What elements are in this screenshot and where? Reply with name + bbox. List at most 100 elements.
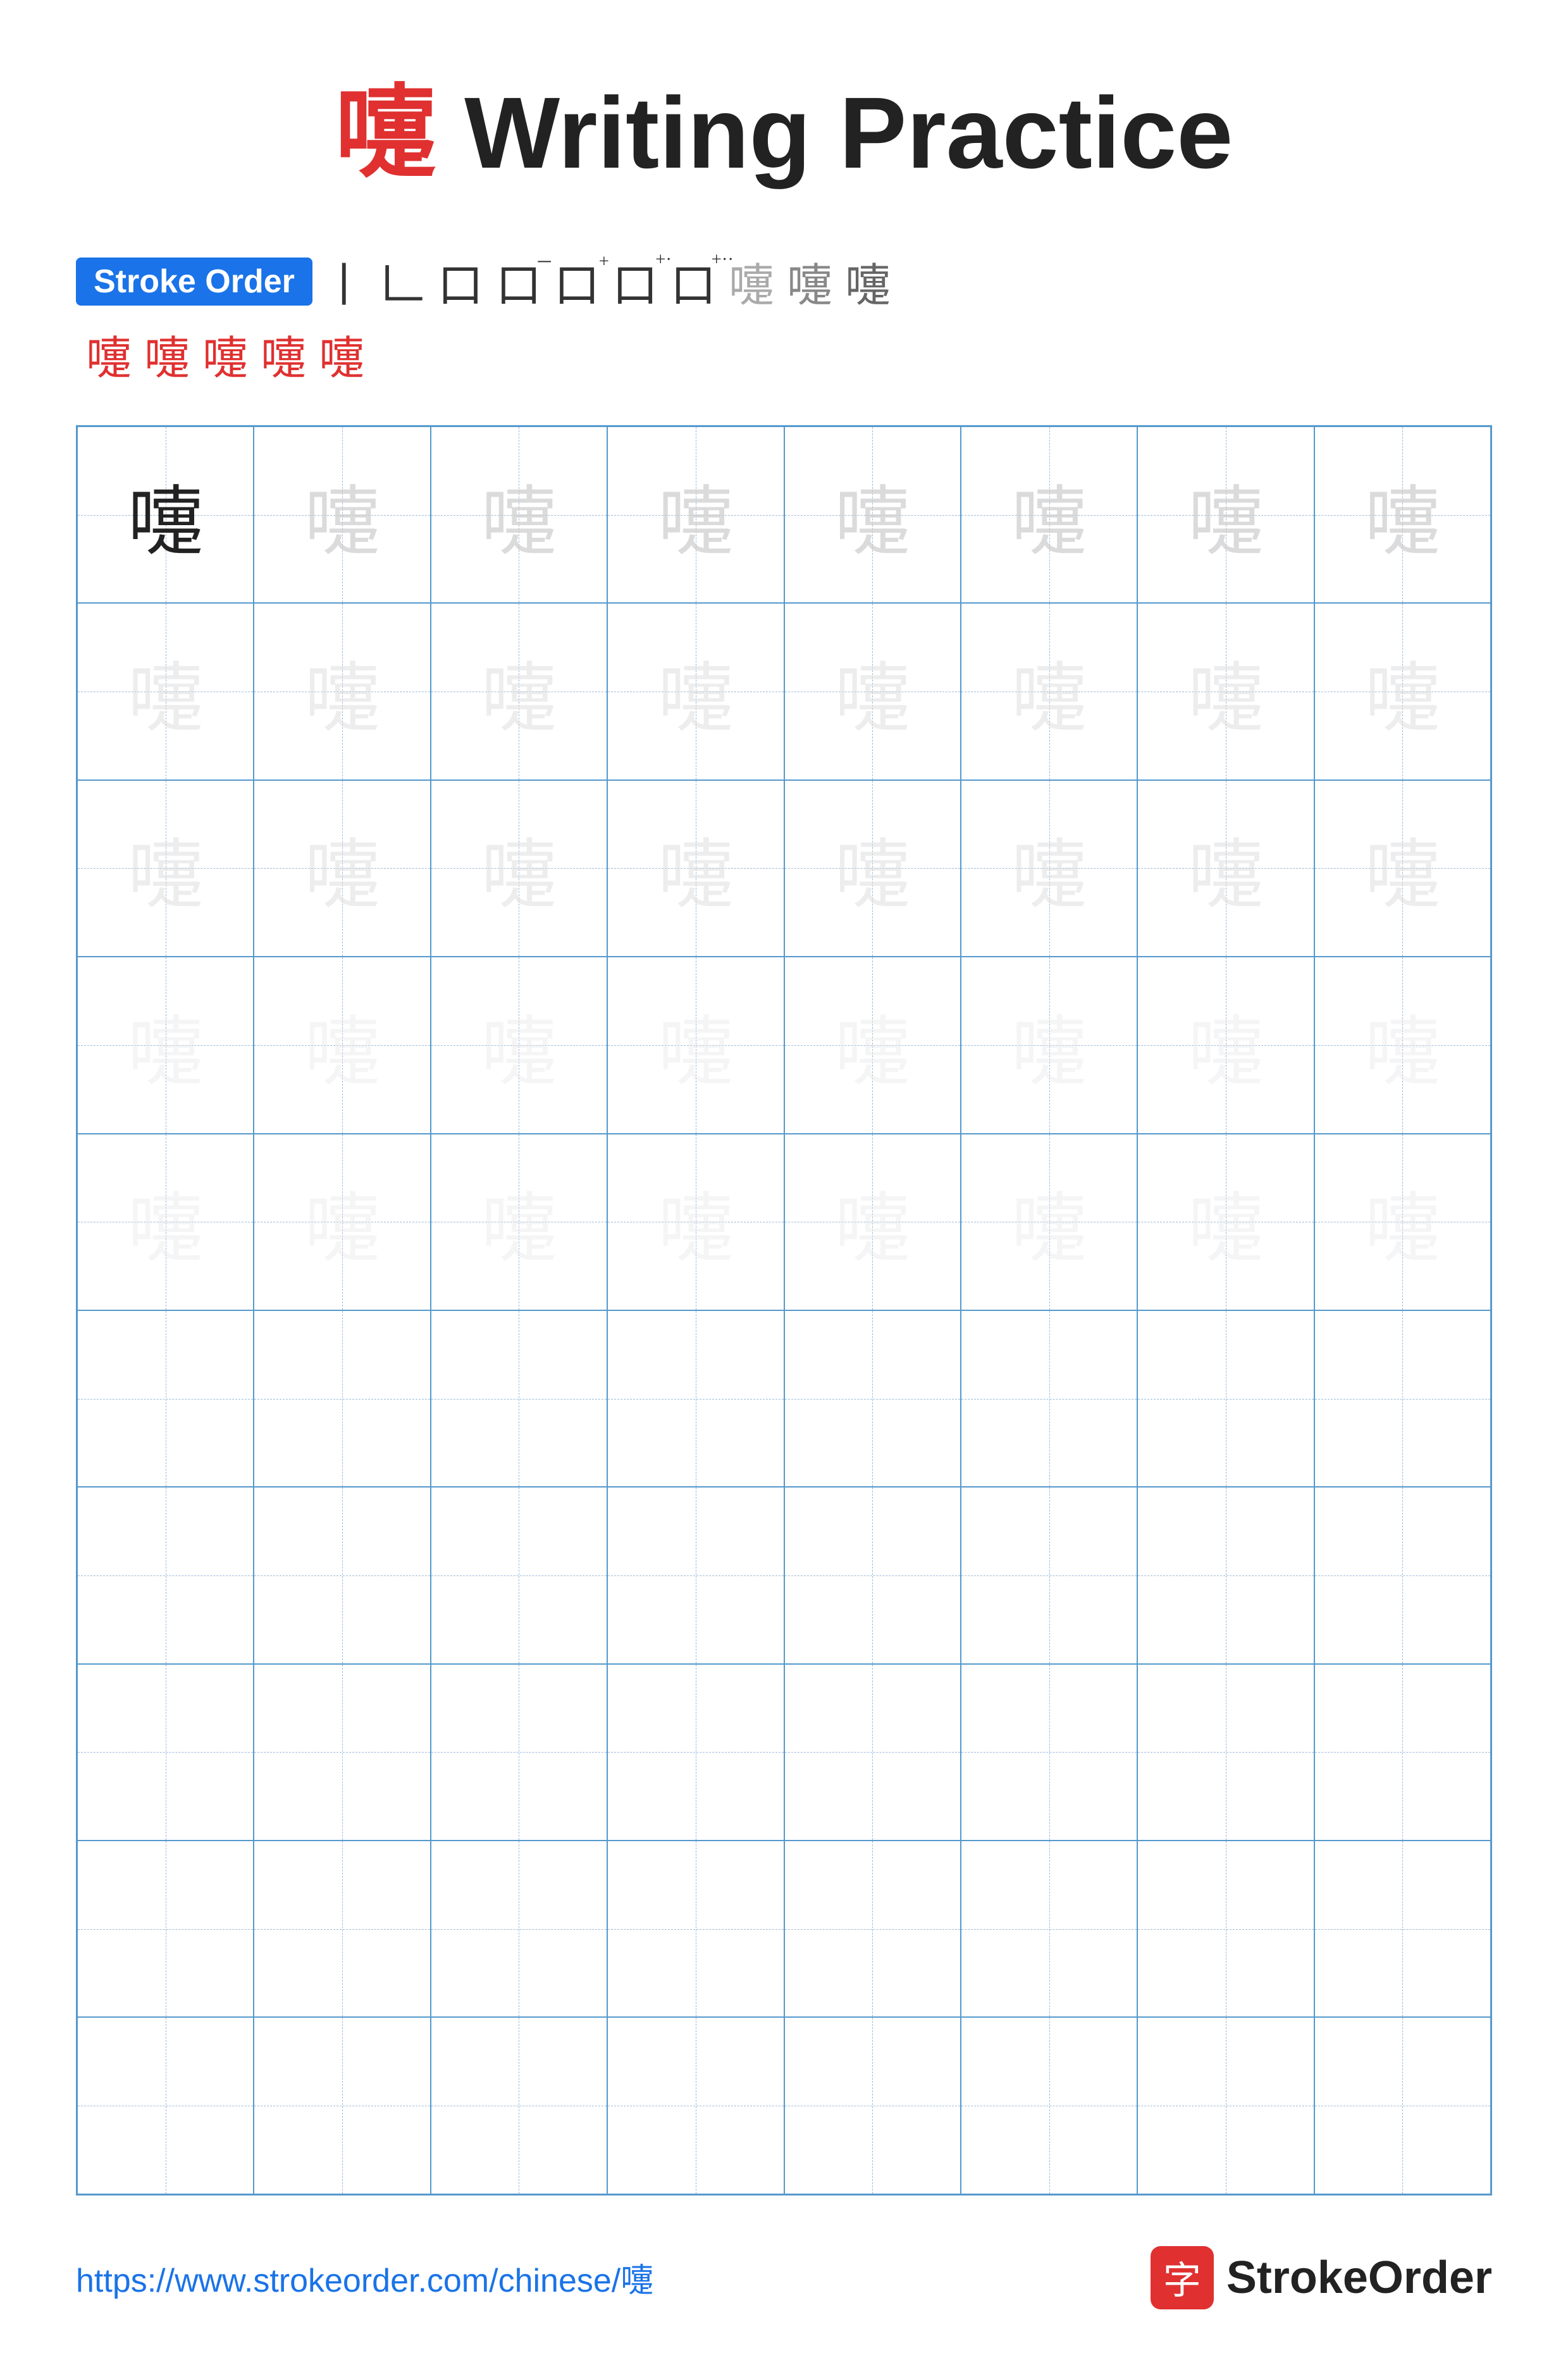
grid-cell-r3c6[interactable]: 嚏	[961, 780, 1137, 957]
grid-cell-r10c6[interactable]	[961, 2017, 1137, 2194]
stroke-order-row1: Stroke Order 丨 𠃊 口 口─ 口+ 口+· 口+·· 嚏 嚏 嚏	[76, 248, 1492, 314]
grid-cell-r8c7[interactable]	[1137, 1664, 1314, 1841]
grid-cell-r2c6[interactable]: 嚏	[961, 603, 1137, 779]
grid-cell-r2c5[interactable]: 嚏	[784, 603, 961, 779]
grid-cell-r1c6[interactable]: 嚏	[961, 426, 1137, 603]
grid-cell-r1c8[interactable]: 嚏	[1314, 426, 1491, 603]
grid-cell-r6c1[interactable]	[77, 1310, 254, 1487]
grid-cell-r1c5[interactable]: 嚏	[784, 426, 961, 603]
grid-cell-r7c7[interactable]	[1137, 1487, 1314, 1663]
grid-cell-r4c3[interactable]: 嚏	[431, 957, 607, 1133]
practice-char: 嚏	[834, 637, 910, 747]
grid-cell-r3c4[interactable]: 嚏	[607, 780, 784, 957]
grid-cell-r5c2[interactable]: 嚏	[254, 1134, 430, 1310]
grid-cell-r3c8[interactable]: 嚏	[1314, 780, 1491, 957]
grid-cell-r9c3[interactable]	[431, 1841, 607, 2017]
stroke-step-14: 嚏	[261, 321, 306, 387]
title-text: Writing Practice	[436, 76, 1233, 189]
grid-cell-r9c4[interactable]	[607, 1841, 784, 2017]
grid-cell-r7c1[interactable]	[77, 1487, 254, 1663]
grid-cell-r8c8[interactable]	[1314, 1664, 1491, 1841]
grid-cell-r8c5[interactable]	[784, 1664, 961, 1841]
grid-cell-r5c4[interactable]: 嚏	[607, 1134, 784, 1310]
grid-cell-r8c1[interactable]	[77, 1664, 254, 1841]
grid-cell-r2c1[interactable]: 嚏	[77, 603, 254, 779]
grid-cell-r9c2[interactable]	[254, 1841, 430, 2017]
grid-cell-r3c7[interactable]: 嚏	[1137, 780, 1314, 957]
grid-cell-r1c4[interactable]: 嚏	[607, 426, 784, 603]
grid-cell-r1c3[interactable]: 嚏	[431, 426, 607, 603]
grid-cell-r10c8[interactable]	[1314, 2017, 1491, 2194]
stroke-step-9: 嚏	[787, 248, 832, 314]
grid-cell-r6c2[interactable]	[254, 1310, 430, 1487]
grid-cell-r2c4[interactable]: 嚏	[607, 603, 784, 779]
grid-cell-r7c5[interactable]	[784, 1487, 961, 1663]
grid-cell-r5c7[interactable]: 嚏	[1137, 1134, 1314, 1310]
grid-cell-r7c2[interactable]	[254, 1487, 430, 1663]
grid-cell-r4c5[interactable]: 嚏	[784, 957, 961, 1133]
grid-cell-r4c7[interactable]: 嚏	[1137, 957, 1314, 1133]
grid-cell-r1c7[interactable]: 嚏	[1137, 426, 1314, 603]
grid-cell-r9c5[interactable]	[784, 1841, 961, 2017]
grid-cell-r6c3[interactable]	[431, 1310, 607, 1487]
grid-cell-r4c2[interactable]: 嚏	[254, 957, 430, 1133]
practice-char: 嚏	[1188, 1167, 1264, 1277]
grid-cell-r8c2[interactable]	[254, 1664, 430, 1841]
grid-cell-r8c3[interactable]	[431, 1664, 607, 1841]
grid-cell-r6c8[interactable]	[1314, 1310, 1491, 1487]
footer: https://www.strokeorder.com/chinese/嚏 字 …	[76, 2233, 1492, 2309]
grid-cell-r4c6[interactable]: 嚏	[961, 957, 1137, 1133]
grid-cell-r1c1[interactable]: 嚏	[77, 426, 254, 603]
grid-cell-r7c8[interactable]	[1314, 1487, 1491, 1663]
practice-char: 嚏	[481, 813, 557, 923]
grid-cell-r5c3[interactable]: 嚏	[431, 1134, 607, 1310]
grid-cell-r10c7[interactable]	[1137, 2017, 1314, 2194]
grid-cell-r6c6[interactable]	[961, 1310, 1137, 1487]
grid-cell-r5c8[interactable]: 嚏	[1314, 1134, 1491, 1310]
grid-cell-r9c8[interactable]	[1314, 1841, 1491, 2017]
grid-cell-r2c7[interactable]: 嚏	[1137, 603, 1314, 779]
grid-cell-r9c6[interactable]	[961, 1841, 1137, 2017]
grid-cell-r3c5[interactable]: 嚏	[784, 780, 961, 957]
grid-cell-r3c3[interactable]: 嚏	[431, 780, 607, 957]
grid-cell-r8c6[interactable]	[961, 1664, 1137, 1841]
grid-cell-r5c5[interactable]: 嚏	[784, 1134, 961, 1310]
grid-cell-r9c7[interactable]	[1137, 1841, 1314, 2017]
grid-cell-r4c8[interactable]: 嚏	[1314, 957, 1491, 1133]
grid-cell-r5c6[interactable]: 嚏	[961, 1134, 1137, 1310]
practice-char: 嚏	[1011, 813, 1087, 923]
grid-cell-r10c4[interactable]	[607, 2017, 784, 2194]
grid-cell-r6c4[interactable]	[607, 1310, 784, 1487]
practice-char: 嚏	[481, 460, 557, 570]
grid-cell-r2c3[interactable]: 嚏	[431, 603, 607, 779]
grid-cell-r10c2[interactable]	[254, 2017, 430, 2194]
grid-cell-r9c1[interactable]	[77, 1841, 254, 2017]
grid-cell-r2c8[interactable]: 嚏	[1314, 603, 1491, 779]
grid-cell-r4c1[interactable]: 嚏	[77, 957, 254, 1133]
grid-cell-r10c1[interactable]	[77, 2017, 254, 2194]
grid-cell-r3c2[interactable]: 嚏	[254, 780, 430, 957]
practice-char: 嚏	[128, 637, 204, 747]
grid-cell-r2c2[interactable]: 嚏	[254, 603, 430, 779]
practice-char: 嚏	[658, 460, 734, 570]
grid-cell-r10c5[interactable]	[784, 2017, 961, 2194]
practice-char: 嚏	[658, 637, 734, 747]
footer-logo-text: StrokeOrder	[1226, 2252, 1492, 2304]
grid-cell-r7c4[interactable]	[607, 1487, 784, 1663]
grid-cell-r1c2[interactable]: 嚏	[254, 426, 430, 603]
grid-cell-r3c1[interactable]: 嚏	[77, 780, 254, 957]
grid-cell-r6c5[interactable]	[784, 1310, 961, 1487]
grid-cell-r4c4[interactable]: 嚏	[607, 957, 784, 1133]
grid-cell-r8c4[interactable]	[607, 1664, 784, 1841]
practice-char: 嚏	[1011, 637, 1087, 747]
grid-cell-r7c3[interactable]	[431, 1487, 607, 1663]
grid-cell-r5c1[interactable]: 嚏	[77, 1134, 254, 1310]
footer-logo-char: 字	[1163, 2250, 1201, 2305]
practice-char: 嚏	[1364, 813, 1440, 923]
grid-cell-r6c7[interactable]	[1137, 1310, 1314, 1487]
practice-char: 嚏	[1364, 1167, 1440, 1277]
stroke-step-1: 丨	[321, 248, 367, 314]
grid-cell-r10c3[interactable]	[431, 2017, 607, 2194]
practice-char: 嚏	[304, 460, 380, 570]
grid-cell-r7c6[interactable]	[961, 1487, 1137, 1663]
